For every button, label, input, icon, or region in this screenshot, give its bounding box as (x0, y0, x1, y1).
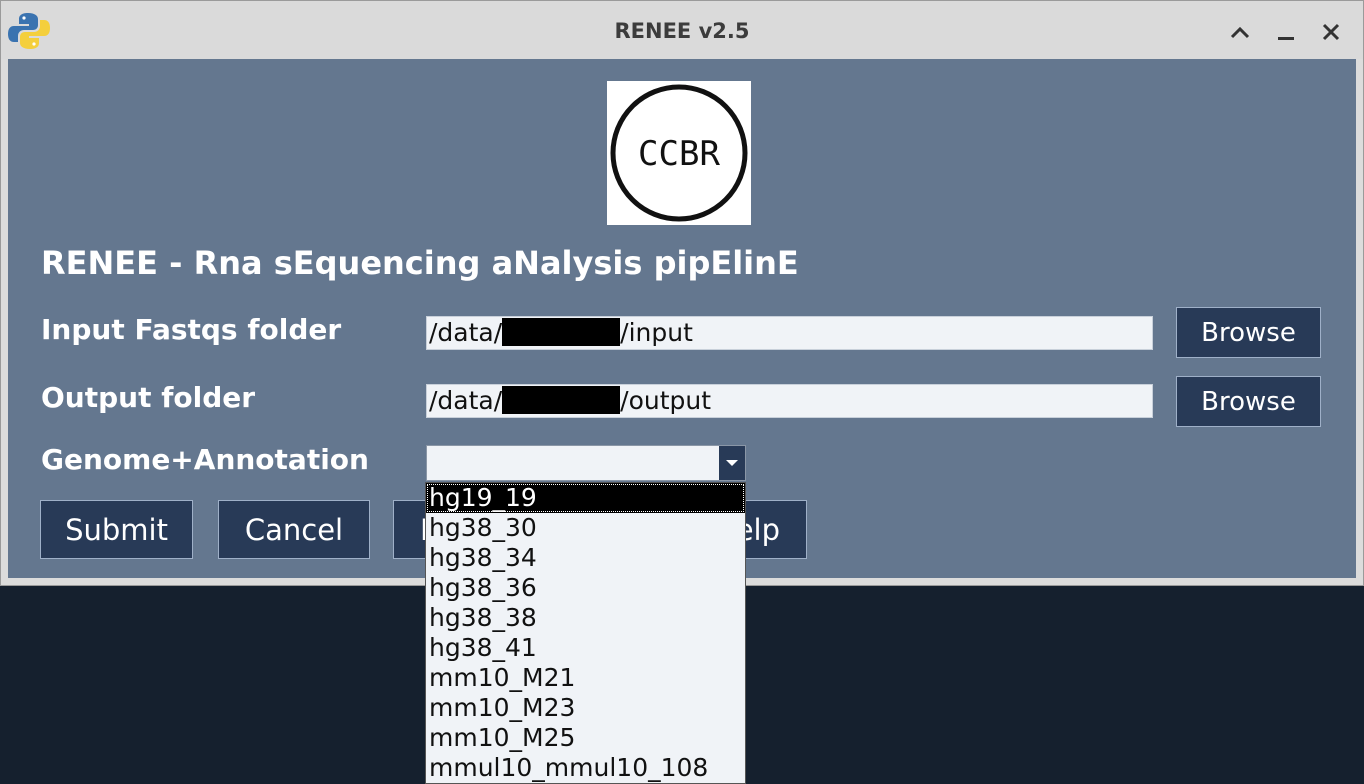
output-folder-label: Output folder (41, 381, 256, 414)
window-title: RENEE v2.5 (614, 19, 750, 43)
close-button[interactable] (1314, 15, 1348, 49)
input-folder-field[interactable]: /data/ /input (426, 316, 1153, 350)
minimize-button[interactable] (1269, 15, 1303, 49)
dropdown-option[interactable]: hg19_19 (426, 483, 745, 513)
page-heading: RENEE - Rna sEquencing aNalysis pipElinE (41, 244, 799, 282)
dropdown-arrow-button[interactable] (719, 446, 745, 480)
close-icon (1322, 23, 1340, 41)
title-bar[interactable]: RENEE v2.5 (1, 1, 1363, 59)
input-browse-button[interactable]: Browse (1176, 307, 1321, 358)
ccbr-logo: CCBR (607, 81, 751, 225)
minimize-icon (1278, 37, 1294, 40)
maximize-button[interactable] (1223, 15, 1257, 49)
redacted-block (502, 386, 621, 414)
input-path-suffix: /input (620, 318, 693, 347)
output-browse-button[interactable]: Browse (1176, 376, 1321, 427)
output-path-suffix: /output (620, 386, 712, 415)
dropdown-option[interactable]: mm10_M21 (426, 663, 745, 693)
genome-dropdown-list[interactable]: hg19_19 hg38_30 hg38_34 hg38_36 hg38_38 … (425, 482, 746, 784)
chevron-up-icon (1230, 26, 1250, 39)
dropdown-option[interactable]: hg38_36 (426, 573, 745, 603)
input-path-prefix: /data/ (429, 318, 503, 347)
redacted-block (502, 318, 621, 346)
genome-annotation-combobox[interactable] (426, 445, 746, 481)
dropdown-option[interactable]: hg38_38 (426, 603, 745, 633)
output-path-prefix: /data/ (429, 386, 503, 415)
dropdown-option[interactable]: mm10_M25 (426, 723, 745, 753)
genome-annotation-label: Genome+Annotation (41, 443, 369, 476)
dropdown-option[interactable]: mm10_M23 (426, 693, 745, 723)
input-folder-label: Input Fastqs folder (41, 313, 342, 346)
chevron-down-icon (726, 460, 738, 466)
cancel-button[interactable]: Cancel (218, 500, 370, 559)
dropdown-option[interactable]: mmul10_mmul10_108 (426, 753, 745, 783)
dropdown-option[interactable]: hg38_34 (426, 543, 745, 573)
dropdown-option[interactable]: hg38_41 (426, 633, 745, 663)
submit-button[interactable]: Submit (40, 500, 193, 559)
output-folder-field[interactable]: /data/ /output (426, 384, 1153, 418)
dropdown-option[interactable]: hg38_30 (426, 513, 745, 543)
svg-text:CCBR: CCBR (638, 134, 720, 174)
